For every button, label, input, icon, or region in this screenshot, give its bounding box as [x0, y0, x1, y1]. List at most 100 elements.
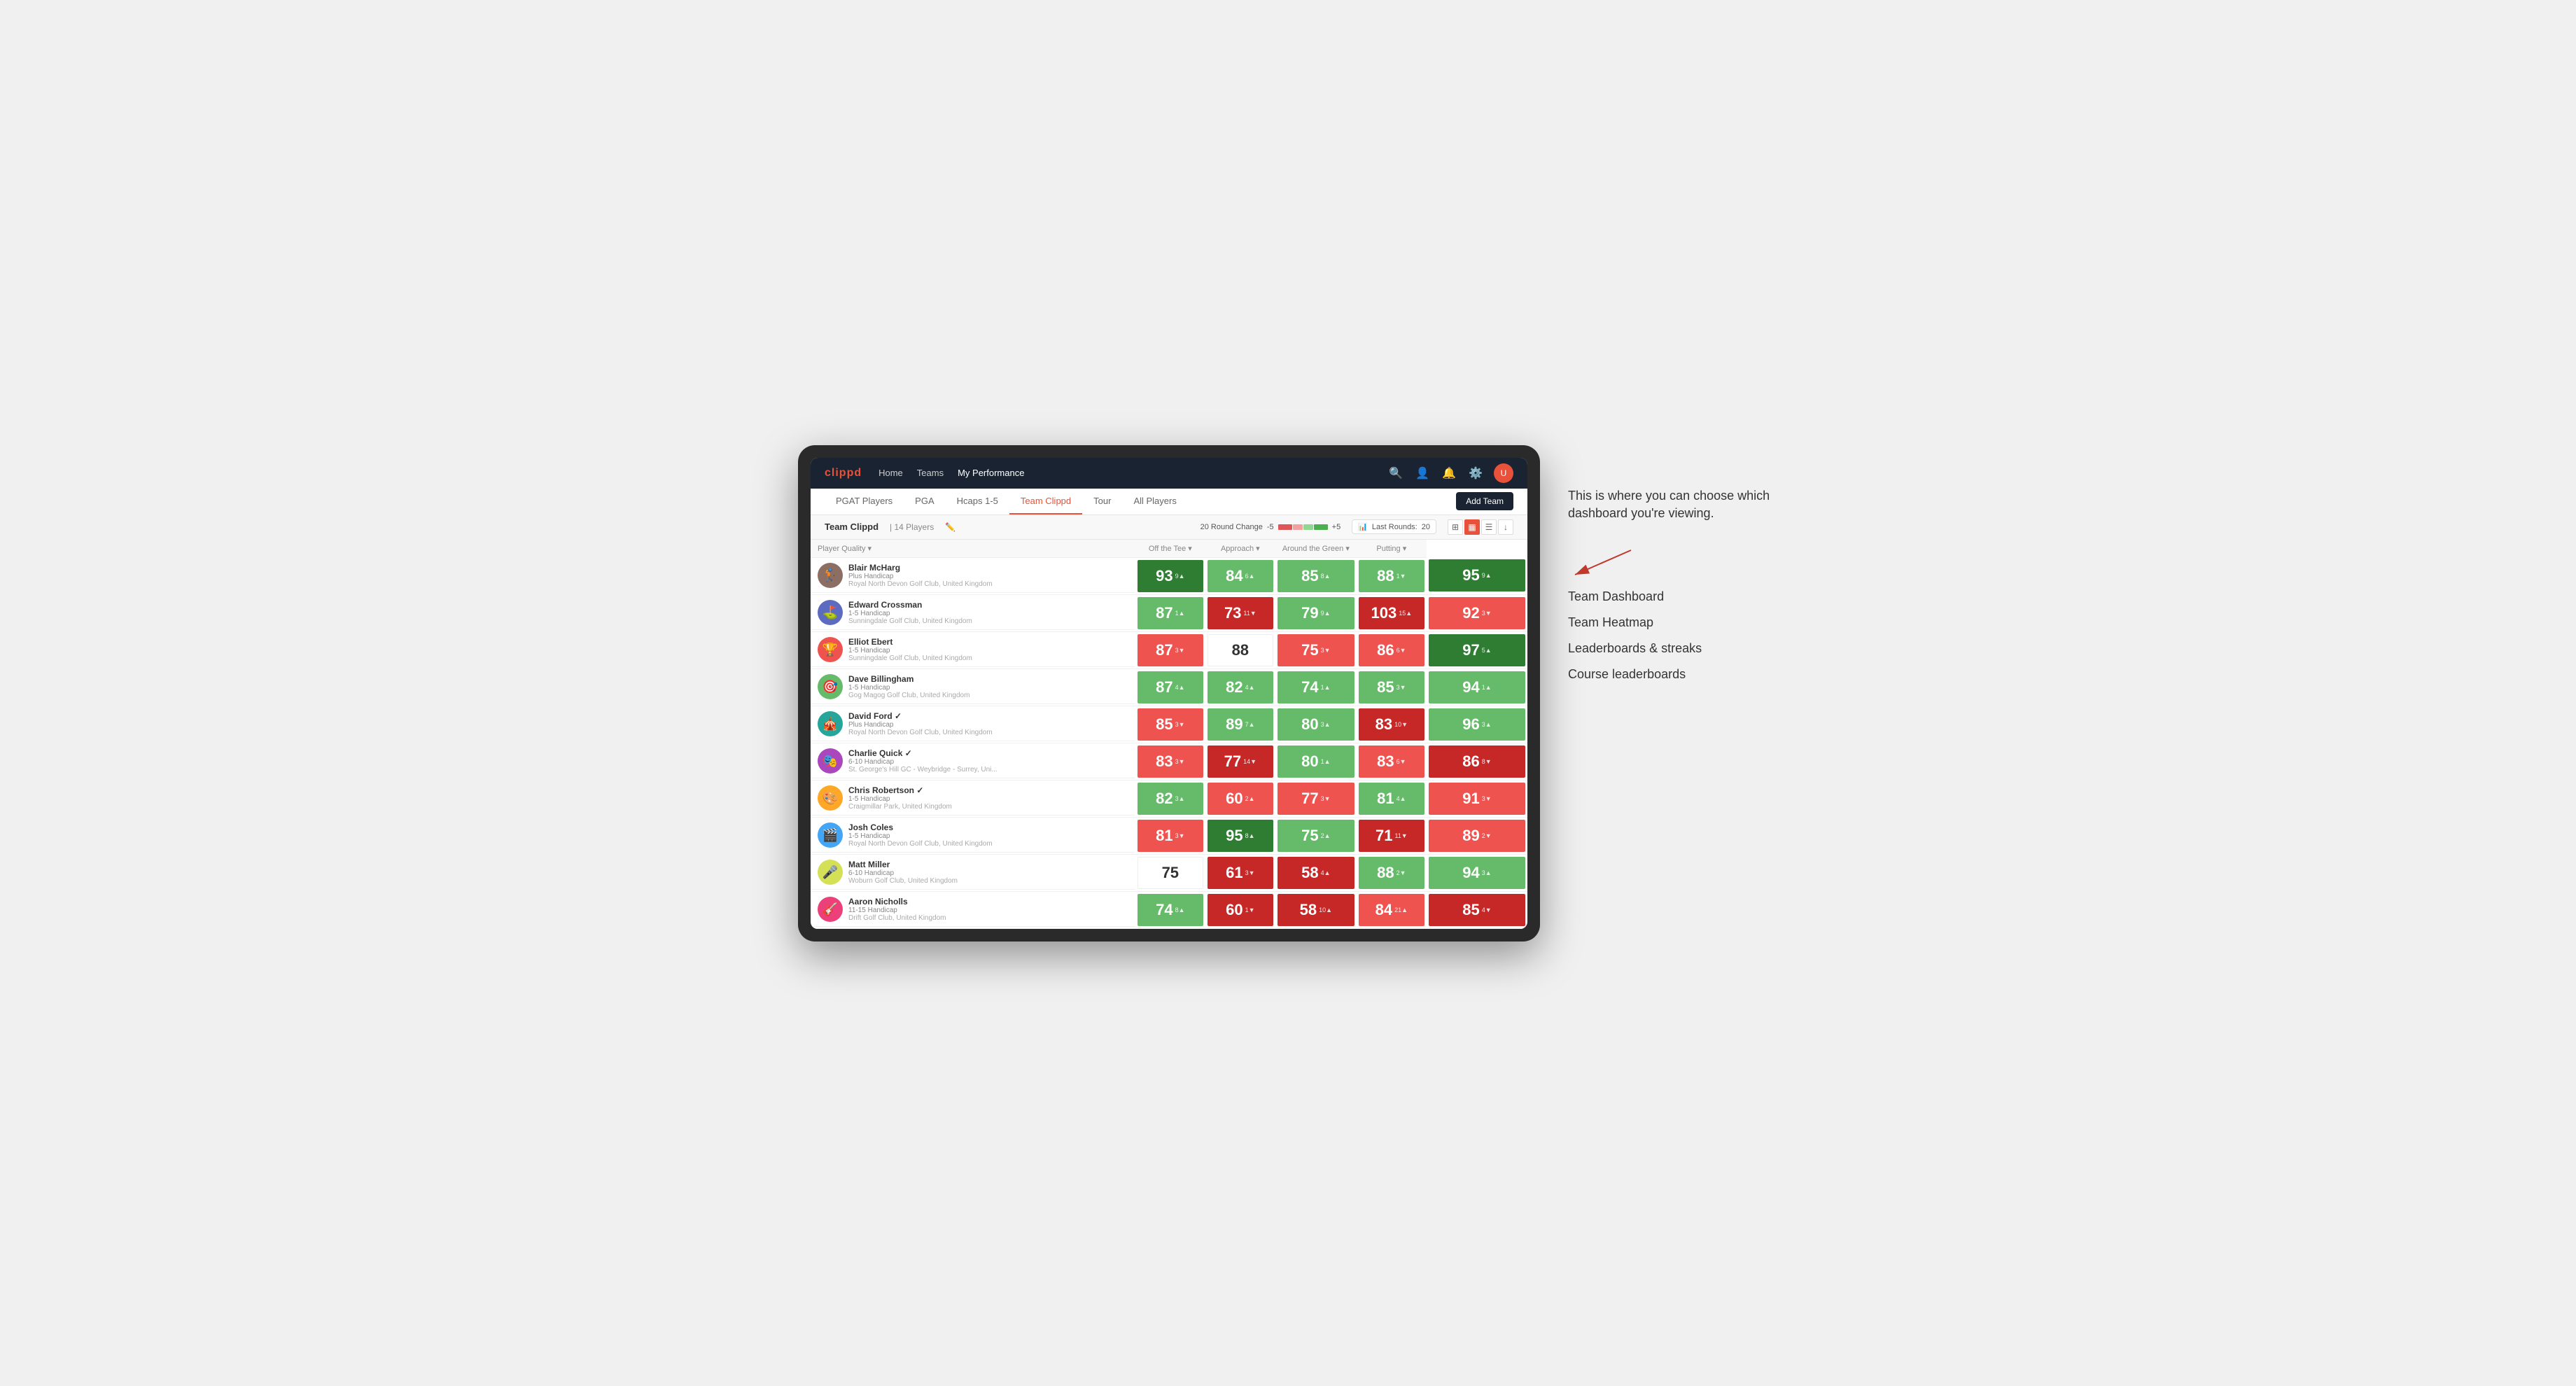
player-cell[interactable]: 🎬 Josh Coles 1-5 Handicap Royal North De…: [811, 817, 1135, 854]
list-view-button[interactable]: ☰: [1481, 519, 1497, 535]
score-change: 3▲: [1482, 869, 1492, 876]
score-box: 86 8▼: [1429, 746, 1525, 778]
player-cell[interactable]: 🏆 Elliot Ebert 1-5 Handicap Sunningdale …: [811, 631, 1135, 668]
tab-pgat-players[interactable]: PGAT Players: [825, 489, 904, 514]
avatar[interactable]: U: [1494, 463, 1513, 483]
score-cell-0: 74 8▲: [1135, 891, 1205, 928]
score-change: 3▼: [1175, 647, 1185, 654]
heatmap-view-button[interactable]: ▦: [1464, 519, 1480, 535]
score-box: 73 11▼: [1208, 597, 1273, 629]
player-cell[interactable]: 🏌️ Blair McHarg Plus Handicap Royal Nort…: [811, 557, 1135, 594]
score-cell-3: 71 11▼: [1357, 817, 1427, 854]
score-cell-0: 81 3▼: [1135, 817, 1205, 854]
score-change: 3▲: [1321, 721, 1331, 728]
tab-all-players[interactable]: All Players: [1122, 489, 1187, 514]
score-box: 92 3▼: [1429, 597, 1525, 629]
score-cell-3: 88 1▼: [1357, 557, 1427, 594]
score-change: 4▲: [1396, 795, 1406, 802]
score-box: 95 8▲: [1208, 820, 1273, 852]
score-box: 81 3▼: [1138, 820, 1203, 852]
score-value: 85: [1156, 715, 1172, 734]
profile-icon[interactable]: 👤: [1414, 465, 1431, 482]
player-club: Royal North Devon Golf Club, United King…: [848, 729, 993, 736]
score-box: 93 9▲: [1138, 560, 1203, 592]
player-cell[interactable]: ⛳ Edward Crossman 1-5 Handicap Sunningda…: [811, 594, 1135, 631]
player-cell[interactable]: 🎸 Aaron Nicholls 11-15 Handicap Drift Go…: [811, 891, 1135, 928]
heatmap-bar: [1278, 524, 1328, 530]
score-box: 81 4▲: [1359, 783, 1424, 815]
score-change: 11▼: [1243, 610, 1256, 617]
player-cell[interactable]: 🎭 Charlie Quick ✓ 6-10 Handicap St. Geor…: [811, 743, 1135, 780]
last-rounds-value: 20: [1422, 523, 1430, 531]
score-value: 83: [1377, 752, 1394, 771]
player-cell[interactable]: 🎨 Chris Robertson ✓ 1-5 Handicap Craigmi…: [811, 780, 1135, 817]
score-cell-0: 82 3▲: [1135, 780, 1205, 817]
score-change: 3▼: [1396, 684, 1406, 691]
tab-tour[interactable]: Tour: [1082, 489, 1122, 514]
add-team-button[interactable]: Add Team: [1456, 492, 1513, 510]
tablet-screen: clippd Home Teams My Performance 🔍 👤 🔔 ⚙…: [811, 458, 1527, 929]
player-handicap: Plus Handicap: [848, 721, 993, 729]
score-cell-2: 85 8▲: [1275, 557, 1357, 594]
team-member-count: | 14 Players: [890, 522, 934, 532]
score-box: 79 9▲: [1278, 597, 1354, 629]
score-value: 75: [1162, 864, 1179, 882]
score-box: 58 10▲: [1278, 894, 1354, 926]
score-change: 8▲: [1175, 906, 1185, 913]
option-team-heatmap: Team Heatmap: [1568, 615, 1778, 630]
download-button[interactable]: ↓: [1498, 519, 1513, 535]
score-cell-3: 85 3▼: [1357, 668, 1427, 706]
edit-icon[interactable]: ✏️: [945, 522, 955, 532]
tab-pga[interactable]: PGA: [904, 489, 945, 514]
player-cell[interactable]: 🎪 David Ford ✓ Plus Handicap Royal North…: [811, 706, 1135, 743]
score-cell-2: 58 4▲: [1275, 854, 1357, 891]
bell-icon[interactable]: 🔔: [1441, 465, 1457, 482]
search-icon[interactable]: 🔍: [1387, 465, 1404, 482]
nav-my-performance[interactable]: My Performance: [958, 465, 1024, 481]
last-rounds-selector[interactable]: 📊 Last Rounds: 20: [1352, 519, 1436, 534]
score-cell-1: 84 6▲: [1205, 557, 1275, 594]
score-value: 87: [1156, 604, 1172, 622]
score-change: 14▼: [1243, 758, 1256, 765]
score-change: 9▲: [1175, 573, 1185, 580]
nav-home[interactable]: Home: [878, 465, 903, 481]
col-header-putting: Putting ▾: [1357, 540, 1427, 558]
nav-teams[interactable]: Teams: [917, 465, 944, 481]
player-name: Dave Billingham: [848, 674, 969, 684]
score-cell-2: 74 1▲: [1275, 668, 1357, 706]
player-cell[interactable]: 🎤 Matt Miller 6-10 Handicap Woburn Golf …: [811, 854, 1135, 891]
score-change: 1▲: [1482, 684, 1492, 691]
score-value: 61: [1226, 864, 1242, 882]
player-handicap: 6-10 Handicap: [848, 758, 997, 766]
annotation-arrow: [1568, 543, 1638, 578]
score-cell-0: 85 3▼: [1135, 706, 1205, 743]
score-value: 75: [1301, 641, 1318, 659]
score-box: 84 21▲: [1359, 894, 1424, 926]
score-value: 95: [1462, 566, 1479, 584]
tab-team-clippd[interactable]: Team Clippd: [1009, 489, 1082, 514]
player-info: Dave Billingham 1-5 Handicap Gog Magog G…: [848, 674, 969, 699]
player-info: Josh Coles 1-5 Handicap Royal North Devo…: [848, 822, 993, 848]
score-box: 96 3▲: [1429, 708, 1525, 741]
score-cell-1: 95 8▲: [1205, 817, 1275, 854]
score-box: 77 14▼: [1208, 746, 1273, 778]
score-value: 89: [1462, 827, 1479, 845]
score-change: 6▼: [1396, 647, 1406, 654]
tab-hcaps[interactable]: Hcaps 1-5: [946, 489, 1009, 514]
score-value: 83: [1156, 752, 1172, 771]
score-box: 83 3▼: [1138, 746, 1203, 778]
score-box: 83 10▼: [1359, 708, 1424, 741]
score-value: 85: [1301, 567, 1318, 585]
grid-view-button[interactable]: ⊞: [1448, 519, 1463, 535]
settings-icon[interactable]: ⚙️: [1467, 465, 1484, 482]
score-value: 75: [1301, 827, 1318, 845]
score-box: 88: [1208, 634, 1273, 666]
score-value: 88: [1377, 567, 1394, 585]
score-cell-4: 89 2▼: [1427, 817, 1527, 854]
table-row: 🏌️ Blair McHarg Plus Handicap Royal Nort…: [811, 557, 1527, 594]
player-table: Player Quality ▾ Off the Tee ▾ Approach …: [811, 540, 1527, 929]
player-info: Blair McHarg Plus Handicap Royal North D…: [848, 563, 993, 588]
player-avatar: 🏌️: [818, 563, 843, 588]
score-change: 15▲: [1399, 610, 1412, 617]
player-cell[interactable]: 🎯 Dave Billingham 1-5 Handicap Gog Magog…: [811, 668, 1135, 706]
